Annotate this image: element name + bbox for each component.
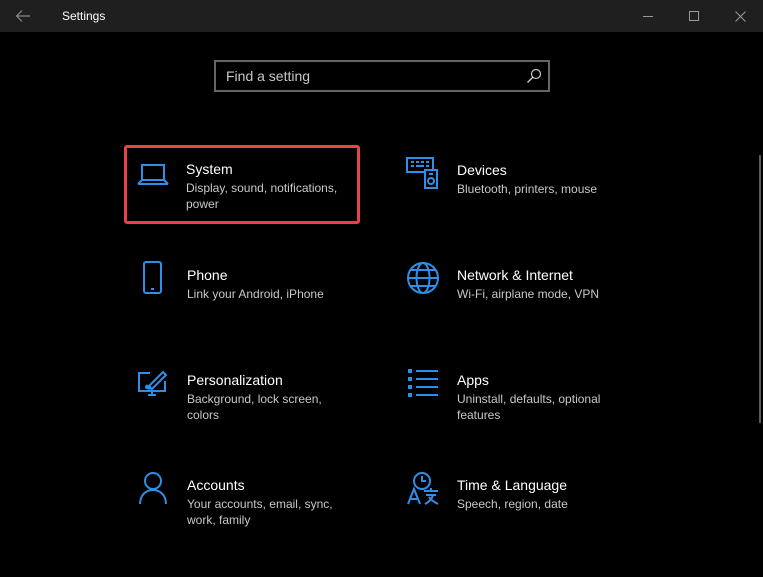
tile-apps[interactable]: Apps Uninstall, defaults, optional featu… — [396, 358, 628, 434]
search-box — [214, 60, 550, 92]
tile-description: Display, sound, notifications, power — [186, 181, 338, 211]
tile-accounts[interactable]: Accounts Your accounts, email, sync, wor… — [126, 463, 358, 539]
time-language-icon — [407, 472, 439, 505]
person-icon — [139, 472, 167, 505]
tile-network-internet[interactable]: Network & Internet Wi-Fi, airplane mode,… — [396, 253, 628, 329]
back-arrow-icon — [15, 10, 30, 22]
tile-label: Devices — [457, 162, 507, 178]
minimize-button[interactable] — [625, 0, 671, 32]
paint-icon — [138, 370, 168, 396]
tile-label: Time & Language — [457, 477, 567, 493]
minimize-icon — [643, 16, 653, 17]
tile-description: Uninstall, defaults, optional features — [457, 392, 601, 422]
scrollbar[interactable] — [759, 155, 761, 423]
tile-label: Personalization — [187, 372, 283, 388]
close-icon — [734, 10, 746, 22]
globe-icon — [407, 262, 439, 294]
laptop-icon — [137, 164, 169, 185]
close-button[interactable] — [717, 0, 763, 32]
search-input[interactable] — [216, 62, 526, 90]
tile-description: Bluetooth, printers, mouse — [457, 182, 598, 196]
tile-label: Accounts — [187, 477, 245, 493]
window-title: Settings — [62, 9, 106, 23]
devices-icon — [406, 157, 438, 189]
tile-time-language[interactable]: Time & Language Speech, region, date — [396, 463, 628, 539]
tile-phone[interactable]: Phone Link your Android, iPhone — [126, 253, 358, 329]
title-bar: Settings — [0, 0, 763, 32]
tile-devices[interactable]: Devices Bluetooth, printers, mouse — [396, 148, 628, 224]
apps-list-icon — [408, 369, 438, 397]
phone-icon — [143, 261, 162, 294]
tile-description: Link your Android, iPhone — [187, 287, 324, 301]
back-button[interactable] — [0, 0, 46, 32]
tile-description: Your accounts, email, sync, work, family — [187, 497, 333, 527]
maximize-icon — [689, 11, 699, 21]
tile-label: Apps — [457, 372, 489, 388]
tile-label: Phone — [187, 267, 228, 283]
tile-description: Wi-Fi, airplane mode, VPN — [457, 287, 600, 301]
maximize-button[interactable] — [671, 0, 717, 32]
tile-personalization[interactable]: Personalization Background, lock screen,… — [126, 358, 358, 434]
tile-system[interactable]: System Display, sound, notifications, po… — [124, 145, 360, 224]
search-icon[interactable] — [526, 68, 542, 84]
tile-description: Speech, region, date — [457, 497, 568, 511]
tile-description: Background, lock screen, colors — [187, 392, 322, 422]
tile-label: Network & Internet — [457, 267, 573, 283]
tile-label: System — [186, 161, 233, 177]
